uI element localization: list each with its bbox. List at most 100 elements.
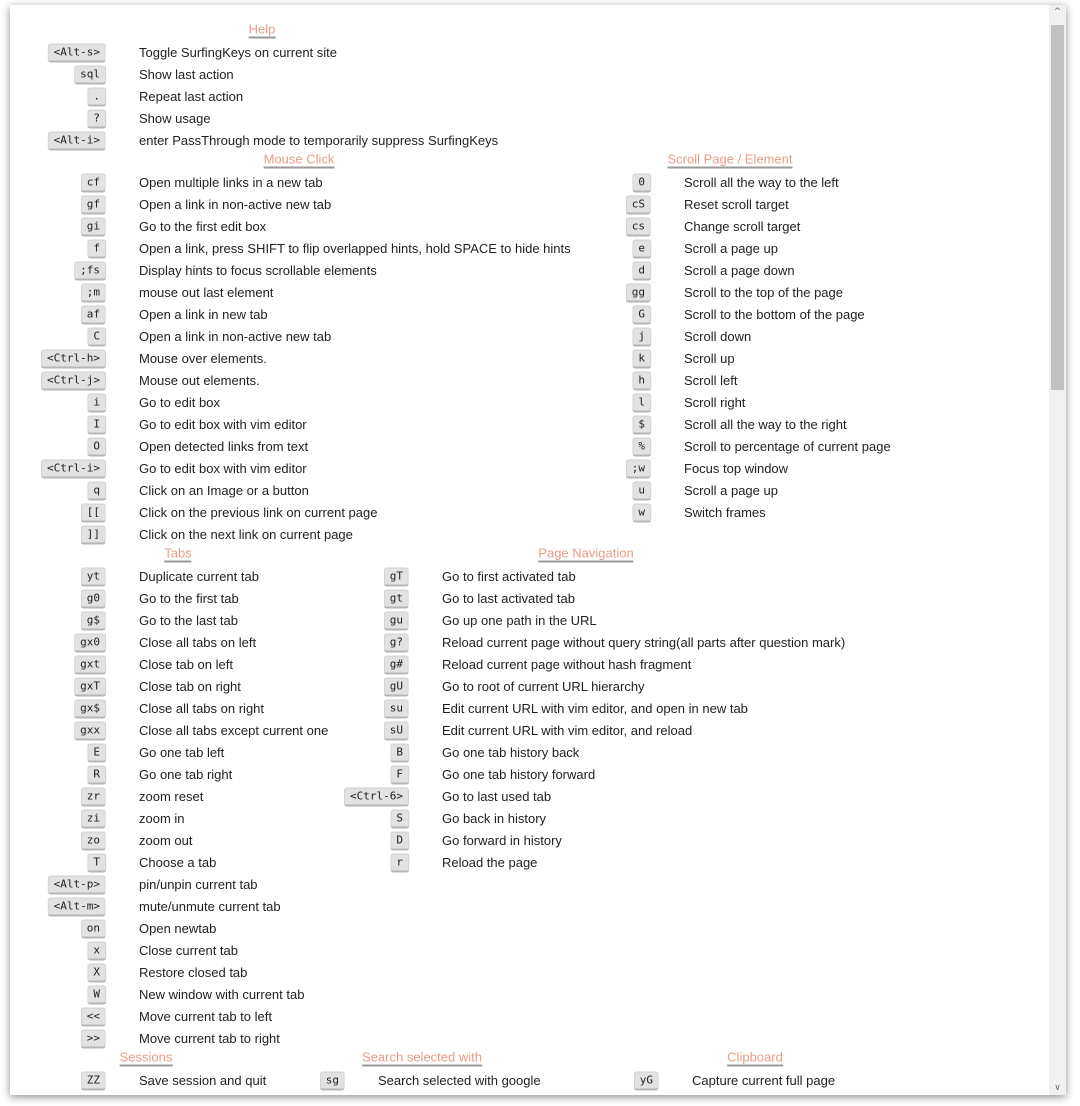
shortcut-key: W	[87, 985, 106, 1005]
shortcut-key: E	[87, 743, 106, 763]
shortcut-description: Open a link in non-active new tab	[139, 197, 332, 212]
shortcut-description: Show usage	[139, 111, 211, 126]
shortcut-description: Repeat last action	[139, 89, 244, 104]
shortcut-description: Edit current URL with vim editor, and op…	[442, 701, 748, 716]
section-title-page-navigation: Page Navigation	[538, 545, 634, 563]
shortcut-key: f	[87, 239, 106, 259]
shortcut-key: <Alt-i>	[47, 131, 106, 151]
shortcut-description: Open multiple links in a new tab	[139, 175, 323, 190]
shortcut-description: Scroll to the top of the page	[684, 285, 843, 300]
shortcut-description: Restore closed tab	[139, 965, 248, 980]
shortcut-key: ;fs	[74, 261, 106, 281]
shortcut-description: Go to the first edit box	[139, 219, 267, 234]
shortcut-description: Go to edit box with vim editor	[139, 417, 307, 432]
shortcut-description: Mouse over elements.	[139, 351, 267, 366]
shortcut-description: Go one tab history forward	[442, 767, 596, 782]
shortcut-description: Open detected links from text	[139, 439, 309, 454]
shortcut-key: gx$	[74, 699, 106, 719]
shortcut-key: gxx	[74, 721, 106, 741]
shortcut-key: <Ctrl-j>	[41, 371, 106, 391]
shortcut-description: pin/unpin current tab	[139, 877, 258, 892]
shortcut-key: ;w	[625, 459, 651, 479]
shortcut-description: Switch frames	[684, 505, 766, 520]
section-title-clipboard: Clipboard	[727, 1049, 783, 1067]
shortcut-description: Go to the first tab	[139, 591, 239, 606]
shortcut-key: on	[80, 919, 106, 939]
shortcut-key: gi	[80, 217, 106, 237]
shortcut-description: Mouse out elements.	[139, 373, 260, 388]
shortcut-key: <Alt-s>	[47, 43, 106, 63]
shortcut-key: ?	[87, 109, 106, 129]
shortcut-key: G	[632, 305, 651, 325]
shortcut-description: Go to edit box with vim editor	[139, 461, 307, 476]
shortcut-key: q	[87, 481, 106, 501]
shortcut-key: X	[87, 963, 106, 983]
shortcut-key: R	[87, 765, 106, 785]
shortcut-description: Close tab on left	[139, 657, 233, 672]
shortcut-key: g#	[383, 655, 409, 675]
shortcut-key: yt	[80, 567, 106, 587]
shortcut-key: O	[87, 437, 106, 457]
shortcut-description: Close all tabs on right	[139, 701, 265, 716]
shortcut-key: F	[390, 765, 409, 785]
section-title-search-selected: Search selected with	[362, 1049, 482, 1067]
shortcut-key: sql	[74, 65, 106, 85]
shortcut-key: >>	[80, 1029, 106, 1049]
shortcut-key: cs	[625, 217, 651, 237]
shortcut-key: ]]	[80, 525, 106, 545]
scroll-down-arrow-icon[interactable]: ∨	[1049, 1083, 1066, 1093]
shortcut-key: d	[632, 261, 651, 281]
shortcut-description: Focus top window	[684, 461, 789, 476]
shortcut-key: %	[632, 437, 651, 457]
shortcut-key: g?	[383, 633, 409, 653]
shortcut-key: gg	[625, 283, 651, 303]
shortcut-key: sU	[383, 721, 409, 741]
shortcut-key: gU	[383, 677, 409, 697]
shortcut-description: mute/unmute current tab	[139, 899, 281, 914]
shortcut-description: Close current tab	[139, 943, 238, 958]
shortcut-description: Go back in history	[442, 811, 547, 826]
shortcut-key: C	[87, 327, 106, 347]
shortcut-description: Scroll to the bottom of the page	[684, 307, 865, 322]
shortcut-key: su	[383, 699, 409, 719]
shortcut-description: zoom in	[139, 811, 185, 826]
shortcut-key: gx0	[74, 633, 106, 653]
shortcut-key: gu	[383, 611, 409, 631]
shortcut-description: enter PassThrough mode to temporarily su…	[139, 133, 499, 148]
shortcut-description: Capture current full page	[692, 1073, 836, 1088]
scroll-up-arrow-icon[interactable]: ^	[1049, 7, 1066, 17]
scrollbar[interactable]: ^ ∨	[1049, 5, 1066, 1095]
shortcut-key: <Alt-m>	[47, 897, 106, 917]
shortcut-description: Reload current page without hash fragmen…	[442, 657, 692, 672]
shortcut-description: zoom reset	[139, 789, 204, 804]
shortcut-key: gt	[383, 589, 409, 609]
shortcut-key: B	[390, 743, 409, 763]
shortcut-key: r	[390, 853, 409, 873]
shortcut-description: Display hints to focus scrollable elemen…	[139, 263, 377, 278]
shortcut-description: Move current tab to left	[139, 1009, 272, 1024]
shortcut-description: Scroll all the way to the right	[684, 417, 847, 432]
shortcut-key: af	[80, 305, 106, 325]
shortcut-description: Scroll right	[684, 395, 746, 410]
shortcut-description: Duplicate current tab	[139, 569, 259, 584]
shortcut-description: mouse out last element	[139, 285, 274, 300]
shortcut-key: g$	[80, 611, 106, 631]
shortcut-description: Show last action	[139, 67, 234, 82]
shortcut-description: Scroll to percentage of current page	[684, 439, 891, 454]
shortcut-description: Scroll a page up	[684, 483, 778, 498]
shortcut-description: Open a link, press SHIFT to flip overlap…	[139, 241, 571, 256]
shortcut-key: gxT	[74, 677, 106, 697]
shortcut-description: Reset scroll target	[684, 197, 789, 212]
shortcut-key: sg	[319, 1071, 345, 1091]
scrollbar-thumb[interactable]	[1051, 25, 1064, 390]
shortcut-key: zo	[80, 831, 106, 851]
shortcut-description: Move current tab to right	[139, 1031, 280, 1046]
shortcut-description: Open newtab	[139, 921, 217, 936]
shortcut-description: Search selected with google	[378, 1073, 541, 1088]
shortcut-description: Reload current page without query string…	[442, 635, 846, 650]
shortcut-key: .	[87, 87, 106, 107]
shortcut-key: g0	[80, 589, 106, 609]
shortcut-description: Close all tabs on left	[139, 635, 257, 650]
shortcut-description: Scroll up	[684, 351, 735, 366]
shortcut-description: Go to root of current URL hierarchy	[442, 679, 645, 694]
